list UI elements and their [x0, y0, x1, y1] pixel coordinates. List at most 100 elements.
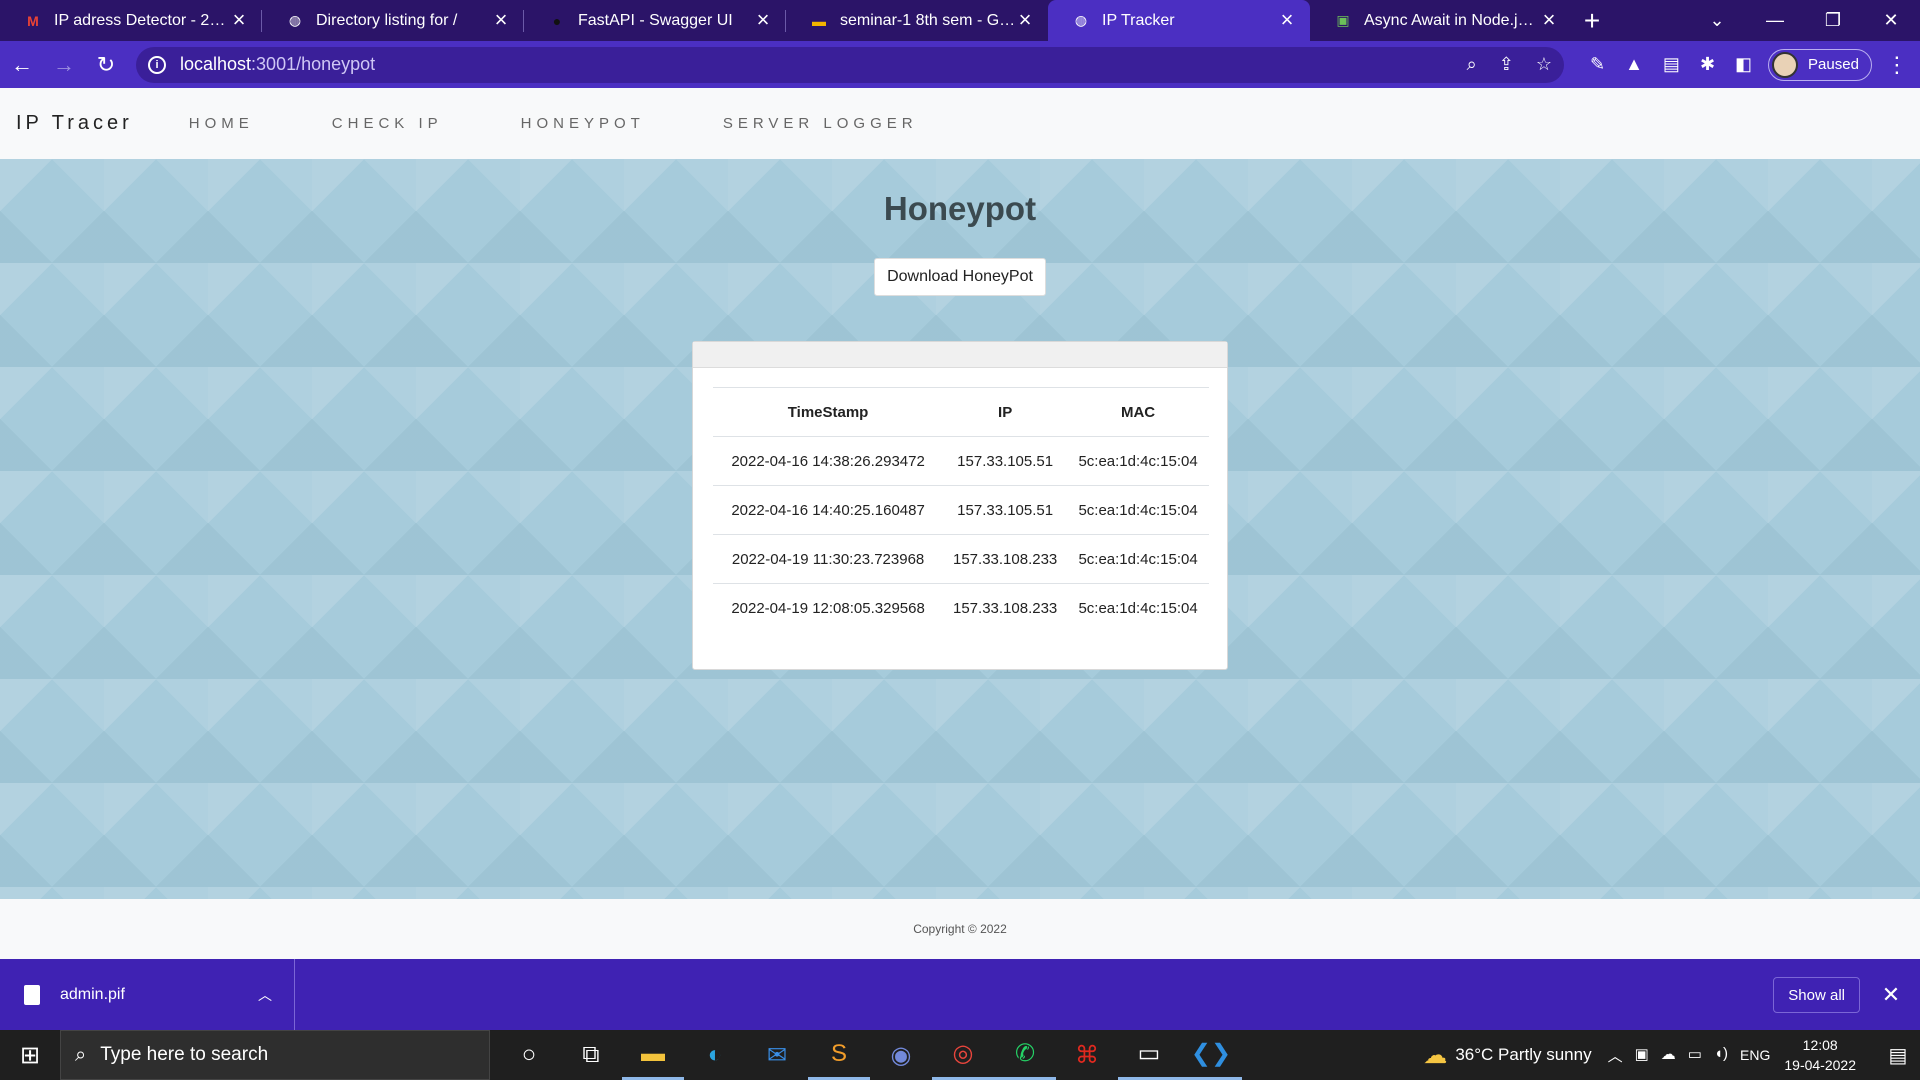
close-tab-icon[interactable]: ×	[492, 8, 510, 30]
download-honeypot-button[interactable]: Download HoneyPot	[874, 258, 1046, 296]
window-controls: ⌄ — ❐ ✕	[1688, 0, 1920, 41]
mail-icon[interactable]: ✉	[746, 1030, 808, 1080]
main-content: Honeypot Download HoneyPot TimeStamp IP …	[0, 159, 1920, 899]
site-icon: ▣	[1336, 12, 1350, 28]
ip-cell: 157.33.105.51	[943, 485, 1068, 535]
address-bar[interactable]: i localhost:3001/honeypot ⌕ ⇪ ☆	[136, 46, 1564, 83]
browser-tab-strip: M IP adress Detector - 2000ra × ◍ Direct…	[0, 0, 1920, 41]
table-row: 2022-04-19 12:08:05.329568 157.33.108.23…	[713, 584, 1209, 633]
weather-widget[interactable]: ☁ 36°C Partly sunny	[1423, 1041, 1591, 1070]
sublime-text-icon[interactable]: S	[808, 1030, 870, 1080]
discord-icon[interactable]: ◉	[870, 1030, 932, 1080]
honeypot-log-card: TimeStamp IP MAC 2022-04-16 14:38:26.293…	[692, 341, 1228, 670]
tab-search-icon[interactable]: ⌄	[1688, 0, 1746, 41]
terminal-icon[interactable]: ▭	[1118, 1030, 1180, 1080]
edge-icon[interactable]: ◐	[684, 1030, 746, 1080]
extensions-puzzle-icon[interactable]: ✱	[1700, 54, 1715, 75]
restore-icon[interactable]: ❐	[1804, 0, 1862, 41]
timestamp-cell: 2022-04-19 11:30:23.723968	[713, 534, 944, 584]
globe-icon: ◍	[1074, 12, 1088, 28]
battery-icon[interactable]: ▭	[1688, 1045, 1702, 1066]
extension-hat-icon[interactable]: ▲	[1625, 54, 1643, 75]
tab-title: FastAPI - Swagger UI	[578, 11, 733, 29]
close-tab-icon[interactable]: ×	[754, 8, 772, 30]
show-all-downloads-button[interactable]: Show all	[1773, 977, 1860, 1013]
minimize-icon[interactable]: —	[1746, 0, 1804, 41]
clock-time: 12:08	[1802, 1037, 1838, 1053]
reload-icon[interactable]: ↻	[86, 45, 126, 85]
extension-pen-icon[interactable]: ✎	[1590, 54, 1605, 75]
mac-cell: 5c:ea:1d:4c:15:04	[1067, 436, 1209, 486]
column-header-timestamp: TimeStamp	[713, 387, 944, 437]
taskbar-apps: ○ ⧉ ▬ ◐ ✉ S ◉ ◎ ✆ ⌘ ▭ ❮❯	[498, 1030, 1242, 1080]
volume-icon[interactable]: ◖)	[1714, 1045, 1728, 1066]
browser-menu-icon[interactable]: ⋮	[1886, 52, 1908, 78]
clock[interactable]: 12:08 19-04-2022	[1784, 1035, 1856, 1075]
browser-tab-6[interactable]: ▣ Async Await in Node.js - Ho ×	[1310, 0, 1572, 41]
download-shelf: admin.pif ︿ Show all ✕	[0, 959, 1920, 1030]
notification-center-icon[interactable]: ▤	[1876, 1043, 1920, 1068]
timestamp-cell: 2022-04-19 12:08:05.329568	[731, 599, 925, 617]
cortana-icon[interactable]: ○	[498, 1030, 560, 1080]
vscode-icon[interactable]: ❮❯	[1180, 1030, 1242, 1080]
close-window-icon[interactable]: ✕	[1862, 0, 1920, 41]
tab-title: Directory listing for /	[316, 11, 458, 29]
search-icon: ⌕	[75, 1043, 87, 1066]
side-panel-icon[interactable]: ◧	[1735, 54, 1752, 75]
close-tab-icon[interactable]: ×	[1278, 8, 1296, 30]
slides-icon: ▬	[812, 12, 826, 29]
ip-cell: 157.33.108.233	[953, 599, 1058, 617]
meet-icon[interactable]: ▣	[1635, 1045, 1649, 1066]
nav-honeypot[interactable]: HONEYPOT	[521, 115, 645, 132]
weather-desc: Partly sunny	[1498, 1045, 1592, 1064]
profile-button[interactable]: Paused	[1768, 48, 1872, 81]
close-tab-icon[interactable]: ×	[1540, 8, 1558, 30]
system-tray: ☁ 36°C Partly sunny ︿ ▣ ☁ ▭ ◖) ENG 12:08…	[1423, 1035, 1920, 1075]
tab-title: Async Await in Node.js - Ho	[1364, 11, 1540, 29]
download-file-name: admin.pif	[60, 985, 125, 1003]
page-title: Honeypot	[883, 190, 1037, 227]
close-tab-icon[interactable]: ×	[1016, 8, 1034, 30]
language-indicator[interactable]: ENG	[1740, 1047, 1770, 1063]
acrobat-icon[interactable]: ⌘	[1056, 1030, 1118, 1080]
browser-tab-5[interactable]: ◍ IP Tracker ×	[1048, 0, 1310, 41]
close-tab-icon[interactable]: ×	[230, 8, 248, 30]
taskbar-search-input[interactable]: ⌕ Type here to search	[60, 1030, 490, 1080]
tab-title: seminar-1 8th sem - Google	[840, 11, 1016, 29]
chevron-up-icon[interactable]: ︿	[258, 985, 272, 1005]
download-item[interactable]: admin.pif ︿	[0, 959, 295, 1030]
nav-check-ip[interactable]: CHECK IP	[332, 115, 443, 132]
onedrive-icon[interactable]: ☁	[1661, 1045, 1676, 1066]
nav-home[interactable]: HOME	[189, 115, 254, 132]
bookmark-star-icon[interactable]: ☆	[1536, 54, 1552, 75]
site-info-icon[interactable]: i	[148, 55, 166, 74]
browser-tab-4[interactable]: ▬ seminar-1 8th sem - Google ×	[786, 0, 1048, 41]
extension-doc-icon[interactable]: ▤	[1663, 54, 1680, 75]
browser-tab-1[interactable]: M IP adress Detector - 2000ra ×	[0, 0, 262, 41]
whatsapp-icon[interactable]: ✆	[994, 1030, 1056, 1080]
brand-logo[interactable]: IP Tracer	[16, 112, 133, 135]
gmail-icon: M	[27, 12, 39, 29]
browser-tab-2[interactable]: ◍ Directory listing for / ×	[262, 0, 524, 41]
windows-start-icon[interactable]: ⊞	[0, 1030, 60, 1080]
zoom-icon[interactable]: ⌕	[1467, 54, 1477, 75]
file-icon	[24, 984, 40, 1005]
file-explorer-icon[interactable]: ▬	[622, 1030, 684, 1080]
back-icon[interactable]: ←	[2, 45, 42, 85]
browser-toolbar: ← → ↻ i localhost:3001/honeypot ⌕ ⇪ ☆ ✎ …	[0, 41, 1920, 88]
site-navbar: IP Tracer HOME CHECK IP HONEYPOT SERVER …	[0, 88, 1920, 159]
globe-icon: ◍	[288, 12, 302, 28]
timestamp-cell: 2022-04-16 14:38:26.293472	[713, 436, 944, 486]
table-header-row: TimeStamp IP MAC	[713, 387, 1209, 437]
new-tab-button[interactable]: +	[1572, 0, 1612, 41]
nav-links: HOME CHECK IP HONEYPOT SERVER LOGGER	[189, 115, 996, 132]
task-view-icon[interactable]: ⧉	[560, 1030, 622, 1080]
browser-tab-3[interactable]: ● FastAPI - Swagger UI ×	[524, 0, 786, 41]
forward-icon[interactable]: →	[44, 45, 84, 85]
share-icon[interactable]: ⇪	[1499, 54, 1514, 75]
chevron-up-icon[interactable]: ︿	[1608, 1045, 1623, 1066]
nav-server-logger[interactable]: SERVER LOGGER	[723, 115, 918, 132]
close-download-shelf-icon[interactable]: ✕	[1876, 977, 1906, 1013]
partly-sunny-icon: ☁	[1423, 1041, 1448, 1069]
chrome-icon[interactable]: ◎	[932, 1030, 994, 1080]
